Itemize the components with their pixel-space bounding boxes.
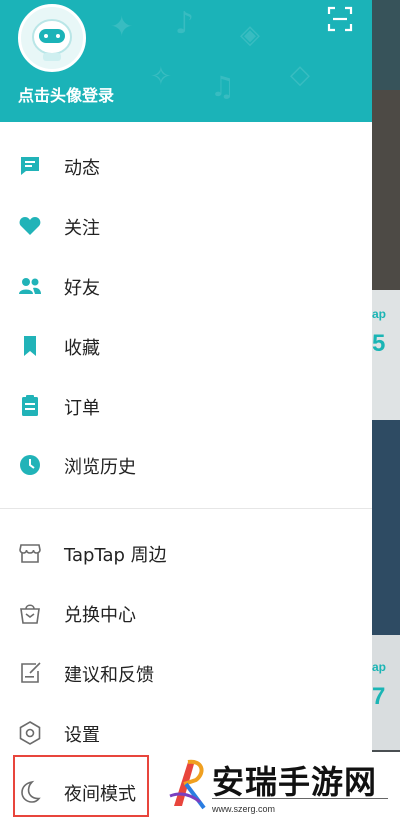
menu-item-label: 设置 [64, 725, 100, 746]
background-number: 5 [372, 330, 386, 357]
menu-item-label: 浏览历史 [64, 457, 136, 478]
settings-icon [19, 721, 41, 745]
watermark: 安瑞手游网 www.szerg.com [160, 752, 400, 819]
astronaut-avatar-icon [32, 19, 72, 61]
game-deco-icon: ◇ [290, 60, 310, 90]
music-note-deco-icon: ♫ [210, 70, 236, 103]
music-note-deco-icon: ♪ [175, 6, 195, 41]
watermark-divider [212, 798, 388, 799]
star-deco-icon: ✧ [150, 62, 172, 92]
background-banner [372, 0, 400, 90]
menu-item-label: 订单 [64, 398, 100, 419]
background-game-image [372, 90, 400, 290]
clock-icon [20, 455, 40, 475]
navigation-drawer: ✦ ♪ ◈ ✧ ♫ ◇ 点击头像登录 动态 关注 好友 收藏 订单 浏览历史 T… [0, 0, 372, 819]
background-app-content: ap 5 ap 7 [372, 0, 400, 819]
site-logo-icon [169, 759, 206, 810]
drawer-header: ✦ ♪ ◈ ✧ ♫ ◇ 点击头像登录 [0, 0, 372, 122]
feedback-icon [21, 662, 41, 683]
background-game-image [372, 420, 400, 635]
message-icon [21, 157, 39, 175]
menu-item-follow[interactable]: 关注 [0, 199, 372, 255]
watermark-url: www.szerg.com [212, 804, 276, 814]
scan-icon[interactable] [327, 6, 353, 32]
bookmark-icon [24, 336, 36, 356]
menu-item-label: TapTap 周边 [64, 545, 167, 566]
menu-item-label: 关注 [64, 218, 100, 239]
menu-item-merch[interactable]: TapTap 周边 [0, 526, 372, 582]
menu-item-favorites[interactable]: 收藏 [0, 319, 372, 375]
menu-divider [0, 508, 372, 509]
watermark-title: 安瑞手游网 [212, 763, 378, 801]
menu-item-label: 好友 [64, 278, 100, 299]
background-number: 7 [372, 683, 386, 710]
game-deco-icon: ◈ [240, 20, 260, 50]
gift-bag-icon [20, 604, 40, 624]
highlight-box [13, 755, 149, 817]
menu-item-redeem[interactable]: 兑换中心 [0, 586, 372, 642]
menu-item-feed[interactable]: 动态 [0, 139, 372, 195]
menu-item-label: 建议和反馈 [64, 665, 154, 686]
order-icon [22, 395, 38, 416]
menu-item-label: 收藏 [64, 338, 100, 359]
background-label: ap [372, 307, 387, 321]
background-label: ap [372, 660, 387, 674]
menu-item-orders[interactable]: 订单 [0, 379, 372, 435]
avatar[interactable] [18, 4, 86, 72]
menu-item-feedback[interactable]: 建议和反馈 [0, 646, 372, 702]
menu-item-label: 兑换中心 [64, 605, 136, 626]
menu-item-history[interactable]: 浏览历史 [0, 438, 372, 494]
shop-icon [19, 544, 41, 563]
heart-icon [19, 217, 41, 235]
controller-deco-icon: ✦ [110, 10, 134, 43]
menu-item-friends[interactable]: 好友 [0, 259, 372, 315]
login-prompt[interactable]: 点击头像登录 [18, 82, 114, 106]
friends-icon [19, 278, 41, 294]
menu-item-label: 动态 [64, 158, 100, 179]
